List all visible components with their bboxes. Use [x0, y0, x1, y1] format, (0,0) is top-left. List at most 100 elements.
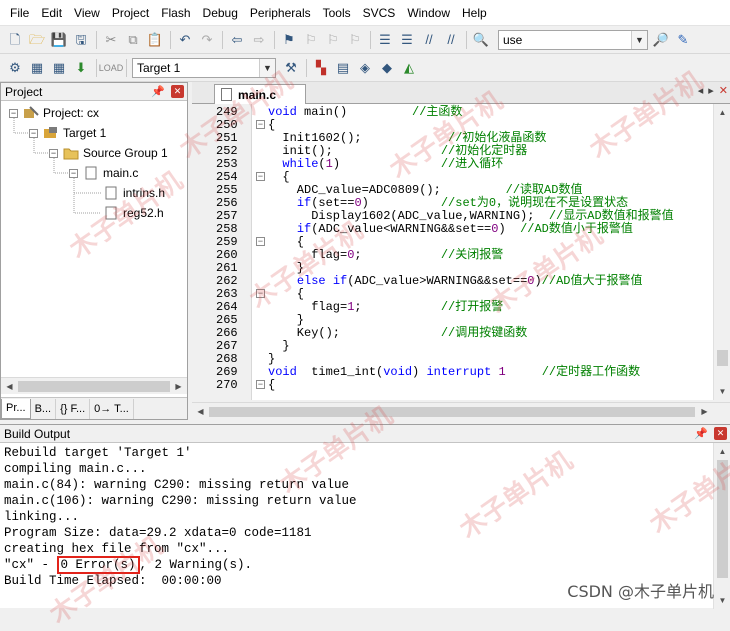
pin-icon[interactable]: 📌: [694, 427, 708, 440]
bookmark-next-icon[interactable]: ⚐: [324, 31, 342, 49]
unindent-icon[interactable]: ☰: [398, 31, 416, 49]
manage-project-items-icon[interactable]: ▚: [312, 59, 330, 77]
scroll-up-icon[interactable]: ▲: [715, 105, 730, 120]
undo-icon[interactable]: ↶: [176, 31, 194, 49]
build-elapsed-line: Build Time Elapsed: 00:00:00: [4, 573, 357, 589]
tab-templates[interactable]: 0→ T...: [90, 399, 134, 419]
find-in-files-icon[interactable]: 🔍: [472, 31, 490, 49]
scroll-thumb[interactable]: [717, 460, 728, 578]
target-options-icon[interactable]: ⚒: [282, 59, 300, 77]
close-icon[interactable]: ✕: [719, 84, 728, 97]
copy-icon[interactable]: ⧉: [124, 31, 142, 49]
find-combo[interactable]: use ▼: [498, 30, 648, 50]
build-output-vscroll[interactable]: ▲ ▼: [713, 443, 730, 609]
tab-books[interactable]: B...: [31, 399, 57, 419]
menu-window[interactable]: Window: [401, 0, 456, 26]
code-line[interactable]: 270−{: [192, 379, 712, 392]
comment-icon[interactable]: //: [420, 31, 438, 49]
tab-project[interactable]: Pr...: [1, 399, 31, 419]
pack-installer-icon[interactable]: ◆: [378, 59, 396, 77]
bookmark-prev-icon[interactable]: ⚐: [302, 31, 320, 49]
fold-guide: [256, 159, 265, 168]
scroll-thumb[interactable]: [18, 381, 170, 392]
menu-help[interactable]: Help: [456, 0, 493, 26]
code-editor[interactable]: 249void main() //主函数250−{251 Init1602();…: [192, 104, 730, 400]
menu-peripherals[interactable]: Peripherals: [244, 0, 317, 26]
scroll-up-icon[interactable]: ▲: [715, 444, 730, 459]
fold-toggle-icon[interactable]: −: [256, 120, 265, 129]
download-icon[interactable]: LOAD: [102, 59, 120, 77]
scroll-down-icon[interactable]: ▼: [715, 593, 730, 608]
tab-scroll-right-icon[interactable]: ▸: [708, 84, 714, 97]
target-select[interactable]: Target 1 ▼: [132, 58, 276, 78]
incremental-find-icon[interactable]: ✎: [674, 31, 692, 49]
menu-project[interactable]: Project: [106, 0, 155, 26]
close-icon[interactable]: ✕: [714, 427, 727, 440]
tab-scroll-left-icon[interactable]: ◂: [698, 84, 704, 97]
multi-project-icon[interactable]: ◭: [400, 59, 418, 77]
fold-guide: [256, 133, 265, 142]
tab-label: 0→ T...: [94, 403, 129, 415]
uncomment-icon[interactable]: //: [442, 31, 460, 49]
manage-components-icon[interactable]: ▤: [334, 59, 352, 77]
rebuild-icon[interactable]: ▦: [50, 59, 68, 77]
build-result-prefix: "cx" -: [4, 558, 57, 572]
pin-icon[interactable]: 📌: [151, 85, 165, 98]
fold-toggle-icon[interactable]: −: [256, 289, 265, 298]
tab-label: {} F...: [60, 403, 85, 415]
scroll-down-icon[interactable]: ▼: [715, 384, 730, 399]
bookmark-clear-icon[interactable]: ⚐: [346, 31, 364, 49]
build-icon[interactable]: ▦: [28, 59, 46, 77]
menu-file[interactable]: File: [4, 0, 35, 26]
menu-edit[interactable]: Edit: [35, 0, 68, 26]
scroll-left-icon[interactable]: ◀: [2, 379, 17, 394]
translate-icon[interactable]: ⚙: [6, 59, 24, 77]
scroll-left-icon[interactable]: ◀: [193, 404, 208, 419]
bookmark-toggle-icon[interactable]: ⚑: [280, 31, 298, 49]
paste-icon[interactable]: 📋: [146, 31, 164, 49]
indent-icon[interactable]: ☰: [376, 31, 394, 49]
fold-toggle-icon[interactable]: −: [256, 237, 265, 246]
navigate-back-icon[interactable]: ⇦: [228, 31, 246, 49]
chevron-down-icon[interactable]: ▼: [631, 31, 647, 49]
chevron-down-icon[interactable]: ▼: [259, 59, 275, 77]
scroll-thumb[interactable]: [209, 407, 695, 417]
menu-tools[interactable]: Tools: [317, 0, 357, 26]
save-all-icon[interactable]: 🖫: [72, 31, 90, 49]
build-line: Rebuild target 'Target 1': [4, 445, 357, 461]
project-pane: Project 📌 ✕ − Project: cx − Target 1 −: [0, 82, 188, 420]
tab-main-c[interactable]: main.c: [214, 84, 306, 104]
code-text: void main() //主函数: [268, 106, 462, 119]
scroll-thumb[interactable]: [717, 350, 728, 366]
scroll-right-icon[interactable]: ▶: [697, 404, 712, 419]
project-hscroll[interactable]: ◀ ▶: [1, 377, 187, 394]
menu-view[interactable]: View: [68, 0, 106, 26]
line-number: 270: [216, 379, 252, 392]
fold-toggle-icon[interactable]: −: [256, 172, 265, 181]
save-icon[interactable]: 💾: [50, 31, 68, 49]
new-file-icon[interactable]: 🗋: [6, 31, 24, 49]
build-line: main.c(106): warning C290: missing retur…: [4, 493, 357, 509]
menu-svcs[interactable]: SVCS: [357, 0, 402, 26]
select-packs-icon[interactable]: ◈: [356, 59, 374, 77]
tab-functions[interactable]: {} F...: [56, 399, 90, 419]
batch-build-icon[interactable]: ⬇: [72, 59, 90, 77]
find-icon[interactable]: 🔎: [652, 31, 670, 49]
scroll-right-icon[interactable]: ▶: [171, 379, 186, 394]
close-icon[interactable]: ✕: [171, 85, 184, 98]
separator: [170, 31, 171, 49]
fold-toggle-icon[interactable]: −: [256, 380, 265, 389]
cut-icon[interactable]: ✂: [102, 31, 120, 49]
fold-guide: [256, 302, 265, 311]
separator: [370, 31, 371, 49]
code-text: Key(); //调用按键函数: [268, 327, 527, 340]
menu-debug[interactable]: Debug: [197, 0, 244, 26]
fold-guide: [256, 328, 265, 337]
editor-hscroll[interactable]: ◀ ▶: [192, 402, 730, 420]
menu-flash[interactable]: Flash: [155, 0, 196, 26]
editor-vscroll[interactable]: ▲ ▼: [713, 104, 730, 400]
open-file-icon[interactable]: 🗁: [28, 31, 46, 49]
redo-icon[interactable]: ↷: [198, 31, 216, 49]
build-line: linking...: [4, 509, 357, 525]
navigate-forward-icon[interactable]: ⇨: [250, 31, 268, 49]
